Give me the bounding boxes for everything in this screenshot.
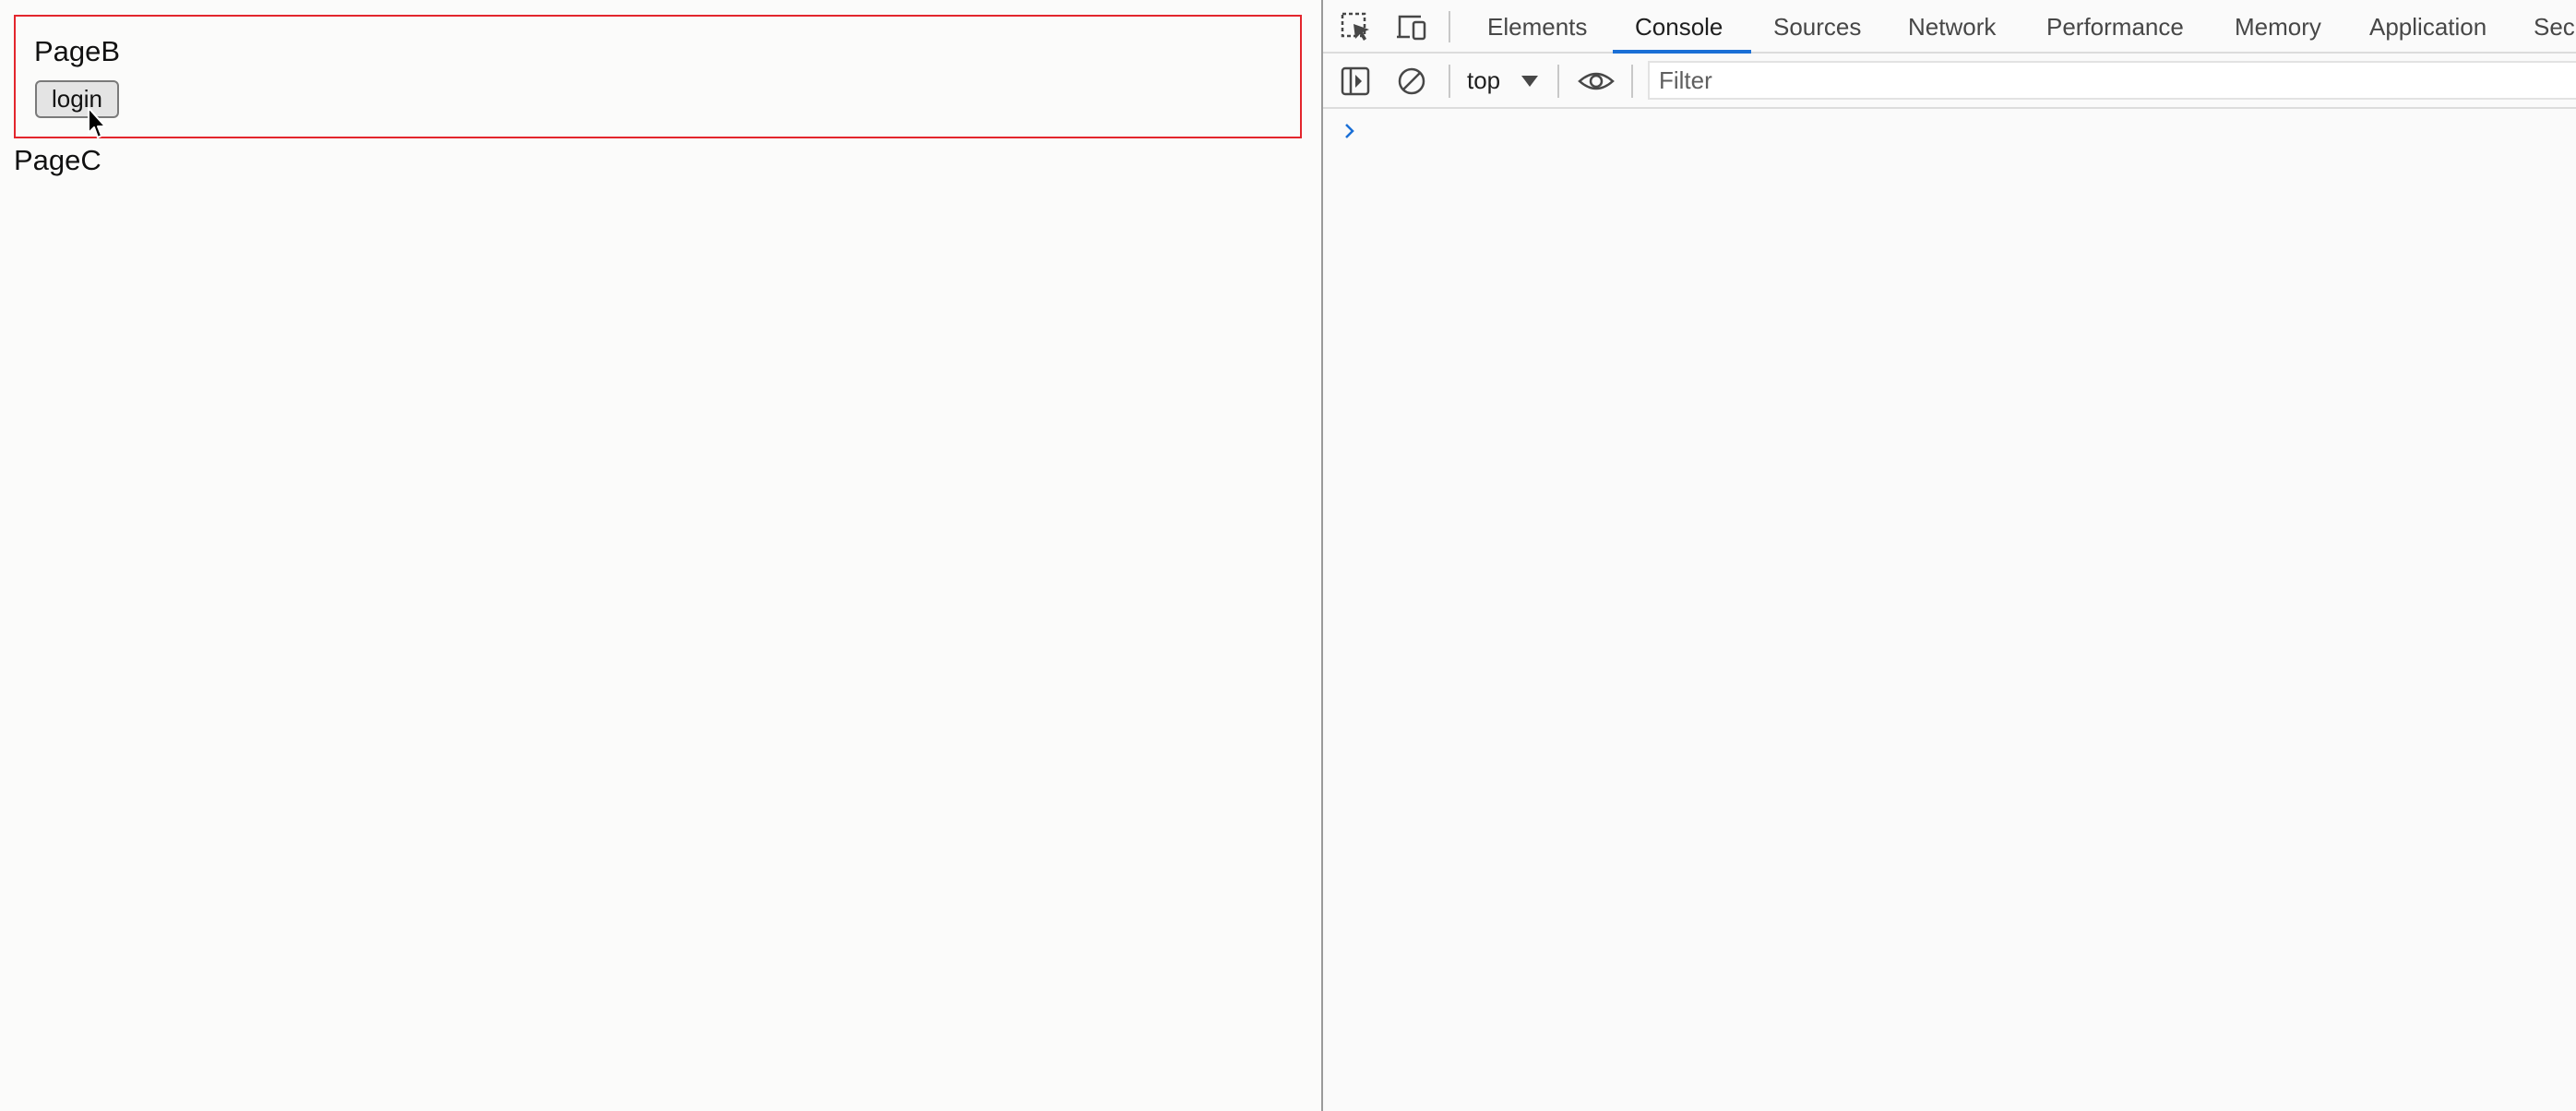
page-b-frame <box>14 15 1302 138</box>
toolbar-separator <box>1449 11 1450 42</box>
tab-security[interactable]: Sec <box>2534 0 2575 54</box>
toolbar-separator <box>1557 65 1559 98</box>
live-expression-eye-icon[interactable] <box>1578 65 1615 98</box>
sidebar-toggle-icon[interactable] <box>1340 65 1373 98</box>
toolbar-separator <box>1631 65 1633 98</box>
tab-sources[interactable]: Sources <box>1773 0 1861 54</box>
chevron-down-icon[interactable] <box>1521 75 1539 88</box>
page-c-title: PageC <box>14 144 101 176</box>
page-viewport: PageB login PageC <box>0 0 1321 1111</box>
mouse-cursor-icon <box>88 107 106 138</box>
devtools-tab-bar: Elements Console Sources Network Perform… <box>1323 0 2576 54</box>
page-b-title: PageB <box>34 35 121 67</box>
tab-network[interactable]: Network <box>1908 0 1996 54</box>
device-toolbar-icon[interactable] <box>1395 11 1428 42</box>
devtools-panel: Elements Console Sources Network Perform… <box>1321 0 2576 1111</box>
context-selector[interactable]: top <box>1467 54 1500 107</box>
console-output[interactable] <box>1323 109 2576 1111</box>
inspect-element-icon[interactable] <box>1340 11 1373 42</box>
tab-application[interactable]: Application <box>2369 0 2487 54</box>
tab-elements[interactable]: Elements <box>1487 0 1587 54</box>
tab-console[interactable]: Console <box>1635 0 1723 54</box>
filter-input[interactable] <box>1648 61 2576 100</box>
console-toolbar: top <box>1323 54 2576 109</box>
chevron-right-icon <box>1345 124 1354 138</box>
tab-performance[interactable]: Performance <box>2046 0 2184 54</box>
clear-console-icon[interactable] <box>1395 65 1428 98</box>
tab-memory[interactable]: Memory <box>2235 0 2321 54</box>
toolbar-separator <box>1449 65 1450 98</box>
